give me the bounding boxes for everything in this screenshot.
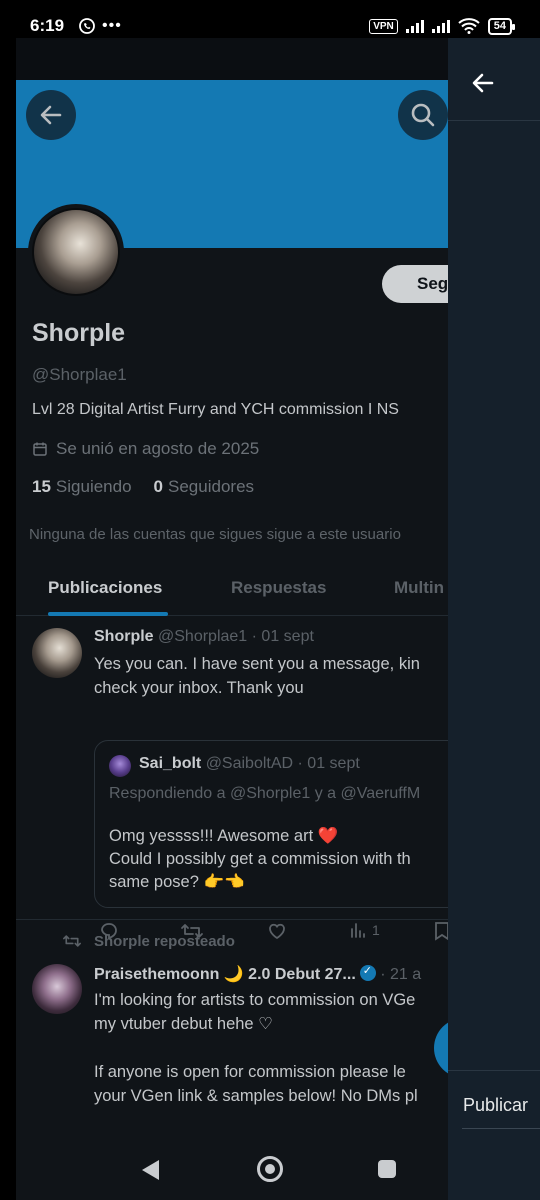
tab-publicaciones[interactable]: Publicaciones bbox=[48, 578, 162, 598]
tab-respuestas[interactable]: Respuestas bbox=[231, 578, 326, 598]
avatar[interactable] bbox=[32, 628, 82, 678]
retweet-icon bbox=[62, 935, 81, 947]
divider bbox=[448, 120, 540, 121]
nav-recents-icon[interactable] bbox=[378, 1160, 396, 1178]
quote-text: Omg yessss!!! Awesome art ❤️ Could I pos… bbox=[109, 827, 411, 891]
views-icon bbox=[351, 923, 365, 938]
quote-header: Sai_bolt @SaiboltAD · 01 sept bbox=[139, 755, 360, 772]
joined-text: Se unió en agosto de 2025 bbox=[56, 439, 260, 458]
display-name: Shorple bbox=[32, 319, 126, 347]
signal-icon bbox=[405, 19, 424, 33]
quoted-tweet[interactable]: Sai_bolt @SaiboltAD · 01 sept Respondien… bbox=[94, 740, 448, 908]
tab-multimedia[interactable]: Multin bbox=[394, 578, 444, 598]
profile-handle: @Shorplae1 bbox=[32, 365, 127, 384]
publish-button[interactable]: Publicar bbox=[463, 1095, 528, 1116]
drawer-back-button[interactable] bbox=[470, 70, 496, 101]
nav-home-icon[interactable] bbox=[257, 1156, 283, 1182]
repost-label: Shorple reposteado bbox=[94, 932, 235, 950]
profile-avatar[interactable] bbox=[28, 204, 124, 300]
compose-fab[interactable] bbox=[434, 1018, 448, 1078]
vpn-badge: VPN bbox=[369, 18, 398, 34]
tweet-text: I'm looking for artists to commission on… bbox=[94, 991, 418, 1105]
status-time: 6:19 bbox=[30, 16, 65, 35]
whatsapp-icon bbox=[79, 18, 95, 34]
mutual-followers-note: Ninguna de las cuentas que sigues sigue … bbox=[29, 526, 401, 543]
avatar bbox=[109, 755, 131, 777]
battery-icon: 54 bbox=[487, 17, 516, 35]
views-button[interactable]: 1 bbox=[348, 920, 380, 940]
heart-icon bbox=[269, 923, 285, 940]
avatar[interactable] bbox=[32, 964, 82, 1014]
profile-bio: Lvl 28 Digital Artist Furry and YCH comm… bbox=[32, 401, 399, 418]
follow-button[interactable]: Seg bbox=[382, 265, 448, 303]
tweet[interactable]: Shorple @Shorplae1 · 01 sept Yes you can… bbox=[16, 622, 448, 941]
arrow-left-icon bbox=[40, 105, 62, 125]
signal-icon-2 bbox=[431, 19, 450, 33]
views-count: 1 bbox=[372, 922, 380, 938]
joined-date: Se unió en agosto de 2025 bbox=[32, 439, 259, 459]
top-strip bbox=[16, 38, 448, 80]
profile-tabs: Publicaciones Respuestas Multin bbox=[16, 566, 448, 616]
bookmark-icon bbox=[435, 922, 448, 941]
back-button[interactable] bbox=[26, 90, 76, 140]
search-icon bbox=[411, 103, 435, 127]
repost-indicator: Shorple reposteado bbox=[62, 932, 235, 950]
wifi-icon bbox=[458, 18, 480, 34]
verified-badge-icon bbox=[359, 964, 376, 981]
tweet-header: Praisethemoonn 🌙 2.0 Debut 27... · 21 a bbox=[94, 964, 421, 984]
followers-link[interactable]: 0 Seguidores bbox=[154, 477, 254, 497]
compose-drawer: Publicar bbox=[448, 38, 540, 1200]
search-button[interactable] bbox=[398, 90, 448, 140]
divider bbox=[448, 1070, 540, 1071]
nav-back-icon[interactable] bbox=[142, 1160, 159, 1180]
divider bbox=[462, 1128, 540, 1129]
following-link[interactable]: 15 Siguiendo bbox=[32, 477, 132, 497]
follow-stats: 15 Siguiendo 0 Seguidores bbox=[32, 477, 254, 497]
more-notifications-icon: ••• bbox=[102, 17, 122, 34]
bookmark-button[interactable] bbox=[432, 920, 448, 942]
replying-to: Respondiendo a @Shorple1 y a @VaeruffM bbox=[109, 785, 421, 802]
active-tab-indicator bbox=[48, 612, 168, 616]
profile-screen: Seg Shorple @Shorplae1 Lvl 28 Digital Ar… bbox=[16, 38, 448, 1200]
arrow-left-icon bbox=[472, 73, 494, 93]
tweet-text: Yes you can. I have sent you a message, … bbox=[94, 655, 420, 697]
calendar-icon bbox=[33, 442, 47, 456]
like-button[interactable] bbox=[266, 920, 288, 942]
tweet-header: Shorple @Shorplae1 · 01 sept bbox=[94, 628, 314, 645]
system-nav-bar bbox=[16, 1156, 448, 1200]
